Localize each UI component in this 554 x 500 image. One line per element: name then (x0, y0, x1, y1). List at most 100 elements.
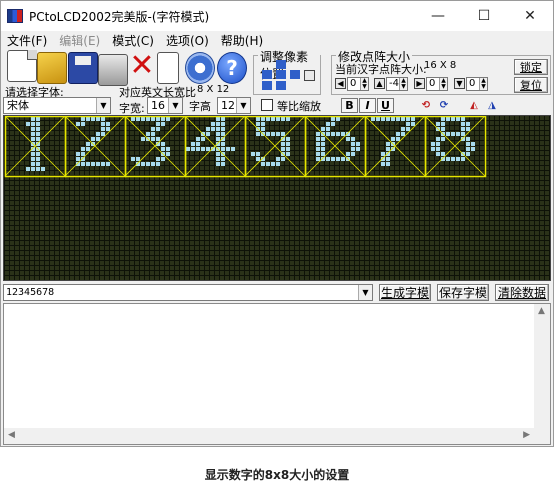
lcd-pixel (221, 142, 225, 146)
save-font-button[interactable]: 保存字模 (437, 284, 489, 301)
char-width-select[interactable]: 16 ▼ (147, 97, 183, 114)
lcd-pixel (31, 152, 35, 156)
text-input[interactable]: 12345678 ▼ (3, 284, 373, 301)
reset-button[interactable]: 复位 (514, 77, 548, 93)
menu-edit[interactable]: 编辑(E) (53, 32, 106, 49)
lcd-pixel (321, 127, 325, 131)
lcd-pixel (266, 132, 270, 136)
lcd-pixel (281, 117, 285, 121)
lcd-pixel (346, 152, 350, 156)
document-icon[interactable] (157, 52, 179, 84)
open-folder-icon[interactable] (37, 52, 67, 84)
lcd-pixel (231, 147, 235, 151)
lcd-pixel (281, 157, 285, 161)
move-down-icon[interactable] (276, 70, 286, 79)
lcd-pixel (26, 122, 30, 126)
lcd-pixel (396, 137, 400, 141)
flip-horizontal-icon[interactable] (262, 81, 272, 90)
lcd-preview (3, 115, 551, 281)
output-textarea[interactable]: ▲ ◀ ▶ (3, 303, 551, 445)
delete-icon[interactable]: ✕ (127, 50, 157, 82)
proportional-scale-checkbox[interactable] (261, 99, 273, 111)
move-right-icon[interactable] (290, 70, 300, 79)
bold-button[interactable]: B (341, 98, 358, 113)
menu-file[interactable]: 文件(F) (1, 32, 53, 49)
grow-height-icon[interactable]: ▼ (454, 78, 465, 89)
flip-vertical-icon[interactable] (276, 81, 286, 90)
minimize-button[interactable]: — (415, 1, 461, 31)
lcd-pixel (101, 132, 105, 136)
flip-icon[interactable]: ◮ (481, 98, 503, 113)
lcd-pixel (81, 117, 85, 121)
char-width-label: 字宽: (119, 102, 145, 115)
lcd-pixel (456, 157, 460, 161)
generate-font-button[interactable]: 生成字模 (379, 284, 431, 301)
lcd-pixel (146, 132, 150, 136)
vertical-scrollbar[interactable]: ▲ (534, 304, 550, 429)
lcd-pixel (156, 137, 160, 141)
lcd-pixel (351, 147, 355, 151)
lcd-pixel (346, 137, 350, 141)
invert-icon[interactable] (304, 70, 315, 81)
lcd-pixel (316, 142, 320, 146)
lcd-pixel (286, 147, 290, 151)
lcd-pixel (101, 162, 105, 166)
lcd-pixel (451, 157, 455, 161)
lcd-pixel (446, 132, 450, 136)
lcd-pixel (406, 127, 410, 131)
char-height-select[interactable]: 12 ▼ (217, 97, 251, 114)
lcd-pixel (81, 152, 85, 156)
menu-help[interactable]: 帮助(H) (215, 32, 269, 49)
lcd-pixel (331, 157, 335, 161)
lcd-pixel (196, 137, 200, 141)
input-row: 12345678 ▼ 生成字模 保存字模 清除数据 (3, 283, 551, 302)
lcd-pixel (151, 117, 155, 121)
menu-options[interactable]: 选项(O) (160, 32, 215, 49)
lcd-pixel (221, 147, 225, 151)
horizontal-scrollbar[interactable]: ◀ ▶ (4, 428, 550, 444)
clear-data-button[interactable]: 清除数据 (495, 284, 549, 301)
lcd-pixel (341, 157, 345, 161)
rotate-right-icon[interactable]: ⟳ (433, 98, 455, 113)
scroll-right-icon[interactable]: ▶ (523, 430, 530, 440)
shrink-height-icon[interactable]: ▲ (374, 78, 385, 89)
new-file-icon[interactable] (7, 50, 37, 82)
lock-button[interactable]: 锁定 (514, 59, 548, 75)
font-select[interactable]: 宋体 ▼ (3, 97, 111, 114)
settings-gear-icon[interactable] (185, 52, 215, 84)
move-up-icon[interactable] (276, 60, 286, 69)
lcd-pixel (401, 127, 405, 131)
help-icon[interactable]: ? (217, 52, 247, 84)
lcd-pixel (331, 122, 335, 126)
lcd-pixel (36, 157, 40, 161)
lcd-pixel (261, 117, 265, 121)
lcd-pixel (261, 127, 265, 131)
lcd-pixel (91, 117, 95, 121)
save-disk-icon[interactable] (68, 52, 98, 84)
underline-button[interactable]: U (377, 98, 394, 113)
print-icon[interactable] (98, 54, 128, 86)
lcd-pixel (196, 142, 200, 146)
height-spin-2[interactable]: 0 ▲ ▼ (466, 77, 488, 91)
lcd-pixel (471, 147, 475, 151)
lcd-pixel (216, 122, 220, 126)
close-button[interactable]: ✕ (507, 1, 553, 31)
scroll-left-icon[interactable]: ◀ (8, 430, 15, 440)
lcd-pixel (26, 167, 30, 171)
shrink-width-icon[interactable]: ◀ (335, 78, 346, 89)
move-left-icon[interactable] (262, 70, 272, 79)
lcd-pixel (81, 162, 85, 166)
italic-button[interactable]: I (359, 98, 376, 113)
lcd-pixel (356, 142, 360, 146)
lcd-pixel (406, 122, 410, 126)
grow-width-icon[interactable]: ▶ (414, 78, 425, 89)
lcd-pixel (141, 162, 145, 166)
lcd-pixel (96, 137, 100, 141)
scroll-up-icon[interactable]: ▲ (538, 306, 545, 316)
maximize-button[interactable]: ☐ (461, 1, 507, 31)
lcd-pixel (206, 147, 210, 151)
width-spin-2[interactable]: 0 ▲ ▼ (426, 77, 448, 91)
menu-mode[interactable]: 模式(C) (106, 32, 160, 49)
height-spin-1[interactable]: -4 ▲ ▼ (386, 77, 408, 91)
width-spin-1[interactable]: 0 ▲ ▼ (347, 77, 369, 91)
